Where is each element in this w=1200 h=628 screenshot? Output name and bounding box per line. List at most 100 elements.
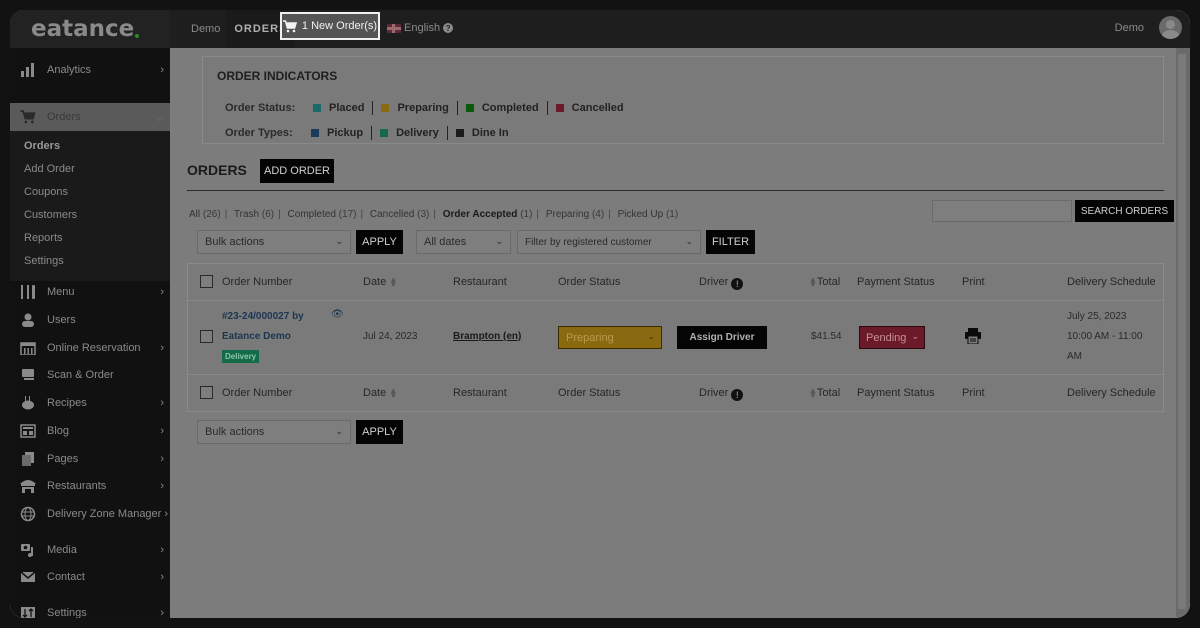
- new-orders-label: 1 New Order(s): [301, 20, 378, 32]
- sidebar-item-settings[interactable]: Settings ›: [10, 599, 170, 618]
- search-orders-button[interactable]: SEARCH ORDERS: [1075, 200, 1174, 222]
- sidebar-item-label: Online Reservation: [47, 342, 141, 354]
- row-checkbox[interactable]: [200, 330, 213, 343]
- avatar[interactable]: [1159, 16, 1182, 39]
- info-alert-icon[interactable]: !: [731, 389, 744, 401]
- order-total: $41.54: [811, 331, 842, 342]
- submenu-reports[interactable]: Reports: [24, 232, 63, 244]
- filter-picked-up[interactable]: Picked Up (1): [618, 209, 679, 220]
- sidebar-item-orders[interactable]: Orders ⌄: [10, 103, 170, 131]
- col-total[interactable]: ▲ ▼Total: [809, 387, 840, 400]
- sidebar-item-label: Recipes: [47, 397, 87, 409]
- logo[interactable]: eatance: [10, 10, 170, 48]
- sidebar-item-analytics[interactable]: Analytics ›: [10, 56, 170, 84]
- payment-status-select[interactable]: Pending ⌄: [859, 326, 925, 349]
- sidebar-item-menu[interactable]: Menu ›: [10, 278, 170, 306]
- select-all-checkbox[interactable]: [200, 386, 213, 399]
- apply-button-bottom[interactable]: APPLY: [356, 420, 403, 444]
- order-status-label: Order Status:: [225, 102, 296, 114]
- sidebar-item-restaurants[interactable]: Restaurants ›: [10, 472, 170, 500]
- divider: [546, 101, 548, 115]
- sidebar-item-delivery-zone-manager[interactable]: Delivery Zone Manager ›: [10, 500, 170, 528]
- legend-cancelled: Cancelled: [555, 102, 624, 114]
- sidebar-item-label: Restaurants: [47, 480, 107, 492]
- top-bar: eatance Demo ORDERS: [10, 10, 1190, 48]
- restaurant-link[interactable]: Brampton (en): [453, 331, 521, 342]
- select-all-checkbox[interactable]: [200, 275, 213, 288]
- order-status-select[interactable]: Preparing ⌄: [558, 326, 662, 349]
- bulk-actions-select-bottom[interactable]: Bulk actions ⌄: [197, 420, 351, 444]
- calendar-icon: [19, 340, 37, 356]
- print-icon[interactable]: [964, 328, 982, 347]
- chevron-down-icon: ⌄: [911, 331, 919, 341]
- language-selector[interactable]: English ?: [387, 22, 454, 34]
- search-input[interactable]: [932, 200, 1072, 222]
- filter-cancelled[interactable]: Cancelled (3): [370, 209, 430, 220]
- select-value: Preparing: [566, 331, 614, 344]
- swatch: [455, 129, 464, 137]
- bulk-actions-select[interactable]: Bulk actions ⌄: [197, 230, 351, 254]
- sidebar-item-pages[interactable]: Pages ›: [10, 445, 170, 473]
- filter-all[interactable]: All (26): [189, 209, 221, 220]
- user-icon: [19, 312, 37, 328]
- info-alert-icon[interactable]: !: [731, 278, 744, 290]
- filter-preparing[interactable]: Preparing (4): [546, 209, 604, 220]
- sidebar-item-blog[interactable]: Blog ›: [10, 417, 170, 445]
- sidebar-item-recipes[interactable]: Recipes ›: [10, 389, 170, 417]
- order-number-link[interactable]: #23-24/000027 by: [222, 311, 304, 322]
- demo-link[interactable]: Demo: [191, 23, 220, 35]
- filter-completed[interactable]: Completed (17): [288, 209, 357, 220]
- sidebar-item-online-reservation[interactable]: Online Reservation ›: [10, 334, 170, 362]
- sidebar-item-media[interactable]: Media ›: [10, 536, 170, 564]
- submenu-settings[interactable]: Settings: [24, 255, 64, 267]
- col-restaurant: Restaurant: [453, 276, 507, 288]
- legend-label: Delivery: [396, 127, 439, 139]
- chevron-down-icon: ⌄: [685, 236, 693, 246]
- submenu-coupons[interactable]: Coupons: [24, 186, 68, 198]
- dates-select[interactable]: All dates ⌄: [416, 230, 511, 254]
- add-order-button[interactable]: ADD ORDER: [260, 159, 334, 183]
- schedule-time: 10:00 AM - 11:00: [1067, 331, 1143, 342]
- scrollbar[interactable]: [1176, 48, 1190, 618]
- sort-icon: ▲ ▼: [389, 275, 398, 290]
- chevron-down-icon: ⌄: [335, 236, 343, 246]
- col-order-status: Order Status: [558, 387, 621, 399]
- customer-filter-select[interactable]: Filter by registered customer ⌄: [517, 230, 701, 254]
- sort-icon: ▲ ▼: [809, 275, 817, 290]
- sidebar-item-users[interactable]: Users: [10, 306, 170, 334]
- uk-flag-icon: [387, 23, 401, 33]
- eye-icon[interactable]: 👁: [331, 309, 344, 320]
- order-indicators-panel: ORDER INDICATORS Order Status: Placed Pr…: [202, 56, 1164, 144]
- order-date: Jul 24, 2023: [363, 331, 418, 342]
- new-orders-button[interactable]: 1 New Order(s): [280, 12, 380, 40]
- cart-icon: [19, 109, 37, 125]
- media-icon: [19, 542, 37, 558]
- customer-link[interactable]: Eatance Demo: [222, 331, 291, 342]
- submenu-customers[interactable]: Customers: [24, 209, 77, 221]
- assign-driver-button[interactable]: Assign Driver: [677, 326, 767, 349]
- filter-trash[interactable]: Trash (6): [234, 209, 274, 220]
- sidebar-item-label: Blog: [47, 425, 70, 437]
- sidebar-item-scan-order[interactable]: Scan & Order: [10, 361, 170, 389]
- user-name[interactable]: Demo: [1115, 22, 1144, 34]
- submenu-add-order[interactable]: Add Order: [24, 163, 75, 175]
- cart-icon: [282, 19, 297, 32]
- filter-button[interactable]: FILTER: [706, 230, 755, 254]
- col-date[interactable]: Date ▲ ▼: [363, 387, 397, 400]
- legend-label: Preparing: [397, 102, 449, 114]
- filter-order-accepted[interactable]: Order Accepted (1): [443, 209, 533, 220]
- chevron-right-icon: ›: [160, 397, 164, 409]
- submenu-orders[interactable]: Orders: [24, 140, 60, 152]
- legend-completed: Completed: [465, 102, 539, 114]
- select-value: Filter by registered customer: [525, 236, 652, 248]
- col-driver: Driver!: [699, 387, 744, 401]
- chevron-right-icon: ›: [160, 607, 164, 618]
- help-icon[interactable]: ?: [443, 23, 454, 33]
- chevron-right-icon: ›: [160, 453, 164, 465]
- sidebar-item-contact[interactable]: Contact ›: [10, 563, 170, 591]
- bar-chart-icon: [19, 62, 37, 78]
- col-total[interactable]: ▲ ▼Total: [809, 275, 840, 290]
- col-date[interactable]: Date ▲ ▼: [363, 275, 398, 290]
- apply-button[interactable]: APPLY: [356, 230, 403, 254]
- scrollbar-thumb[interactable]: [1178, 54, 1186, 609]
